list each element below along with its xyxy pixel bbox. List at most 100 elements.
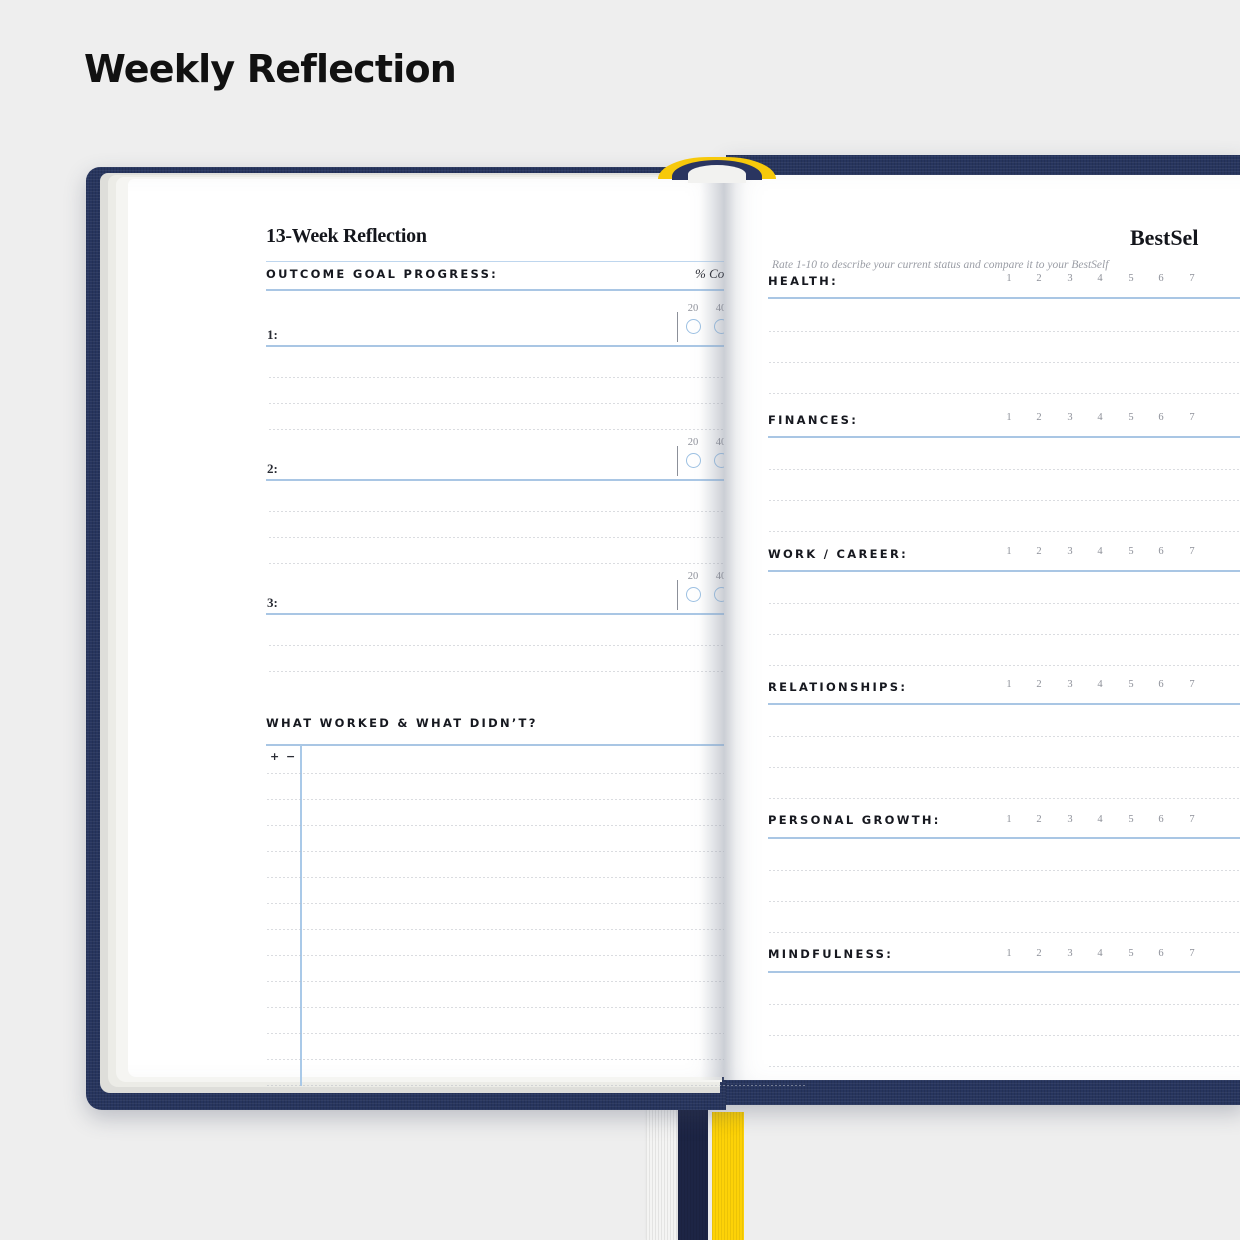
finances-scale-6: 6 [1158, 412, 1164, 423]
personal-growth-line[interactable] [768, 932, 1240, 933]
mindfulness-scale-7: 7 [1189, 948, 1195, 959]
work-career-rule[interactable] [768, 570, 1240, 572]
health-rule[interactable] [768, 297, 1240, 299]
what-worked-column-divider [300, 745, 302, 1086]
mindfulness-scale-3: 3 [1067, 948, 1073, 959]
finances-rule[interactable] [768, 436, 1240, 438]
relationships-scale-3: 3 [1067, 679, 1073, 690]
relationships-scale-7: 7 [1189, 679, 1195, 690]
goal3-number: 3: [267, 595, 278, 610]
headband-white [688, 165, 746, 183]
what-worked-label: WHAT WORKED & WHAT DIDN’T? [266, 716, 538, 730]
open-journal: 13-Week Reflection OUTCOME GOAL PROGRESS… [86, 153, 1240, 1240]
finances-scale-7: 7 [1189, 412, 1195, 423]
mindfulness-scale-4: 4 [1097, 948, 1103, 959]
relationships-line[interactable] [768, 767, 1240, 768]
growth-scale-2: 2 [1036, 814, 1042, 825]
health-line[interactable] [768, 393, 1240, 394]
outcome-top-rule [266, 261, 666, 263]
goal3-bubble-20[interactable] [686, 587, 701, 602]
goal1-scale-20: 20 [687, 303, 699, 314]
relationships-scale-1: 1 [1006, 679, 1012, 690]
work-career-line[interactable] [768, 665, 1240, 666]
relationships-line[interactable] [768, 736, 1240, 737]
mindfulness-scale-2: 2 [1036, 948, 1042, 959]
relationships-rule[interactable] [768, 703, 1240, 705]
mindfulness-line[interactable] [768, 1066, 1240, 1067]
what-worked-line[interactable] [266, 1085, 805, 1086]
goal2-number: 2: [267, 461, 278, 476]
health-scale-3: 3 [1067, 273, 1073, 284]
work-scale-7: 7 [1189, 546, 1195, 557]
work-scale-6: 6 [1158, 546, 1164, 557]
work-career-line[interactable] [768, 634, 1240, 635]
health-scale-1: 1 [1006, 273, 1012, 284]
goal1-number: 1: [267, 327, 278, 342]
finances-scale-5: 5 [1128, 412, 1134, 423]
finances-line[interactable] [768, 531, 1240, 532]
goal1-bubble-20[interactable] [686, 319, 701, 334]
work-scale-3: 3 [1067, 546, 1073, 557]
rating-instruction: Rate 1-10 to describe your current statu… [772, 259, 1109, 271]
health-line[interactable] [768, 331, 1240, 332]
section-label-finances: FINANCES: [768, 413, 859, 427]
personal-growth-line[interactable] [768, 901, 1240, 902]
goal3-scale-20: 20 [687, 571, 699, 582]
page-title: Weekly Reflection [84, 47, 457, 91]
mindfulness-scale-6: 6 [1158, 948, 1164, 959]
white-ribbon [646, 1108, 676, 1240]
work-scale-1: 1 [1006, 546, 1012, 557]
finances-scale-2: 2 [1036, 412, 1042, 423]
brand-title: BestSel [1130, 225, 1199, 250]
screenshot-root: Weekly Reflection 13-Week Reflection OUT… [0, 0, 1240, 1240]
mindfulness-scale-1: 1 [1006, 948, 1012, 959]
relationships-scale-5: 5 [1128, 679, 1134, 690]
yellow-ribbon [712, 1112, 744, 1240]
personal-growth-line[interactable] [768, 870, 1240, 871]
mindfulness-scale-5: 5 [1128, 948, 1134, 959]
work-scale-2: 2 [1036, 546, 1042, 557]
growth-scale-1: 1 [1006, 814, 1012, 825]
spine-headband [658, 153, 776, 183]
growth-scale-6: 6 [1158, 814, 1164, 825]
relationships-line[interactable] [768, 798, 1240, 799]
left-page-title: 13-Week Reflection [266, 225, 427, 247]
health-scale-7: 7 [1189, 273, 1195, 284]
growth-scale-3: 3 [1067, 814, 1073, 825]
goal2-divider [677, 446, 679, 476]
relationships-scale-6: 6 [1158, 679, 1164, 690]
navy-ribbon [678, 1108, 708, 1240]
health-line[interactable] [768, 362, 1240, 363]
section-label-mindfulness: MINDFULNESS: [768, 947, 894, 961]
section-label-health: HEALTH: [768, 274, 838, 288]
work-scale-4: 4 [1097, 546, 1103, 557]
section-label-relationships: RELATIONSHIPS: [768, 680, 908, 694]
growth-scale-4: 4 [1097, 814, 1103, 825]
personal-growth-rule[interactable] [768, 837, 1240, 839]
finances-line[interactable] [768, 469, 1240, 470]
left-page: 13-Week Reflection OUTCOME GOAL PROGRESS… [128, 179, 812, 1086]
work-scale-5: 5 [1128, 546, 1134, 557]
goal2-scale-20: 20 [687, 437, 699, 448]
health-scale-4: 4 [1097, 273, 1103, 284]
minus-sign: − [286, 750, 296, 763]
mindfulness-line[interactable] [768, 1004, 1240, 1005]
growth-scale-5: 5 [1128, 814, 1134, 825]
work-career-line[interactable] [768, 603, 1240, 604]
finances-scale-3: 3 [1067, 412, 1073, 423]
finances-scale-4: 4 [1097, 412, 1103, 423]
mindfulness-rule[interactable] [768, 971, 1240, 973]
relationships-scale-2: 2 [1036, 679, 1042, 690]
goal2-bubble-20[interactable] [686, 453, 701, 468]
finances-line[interactable] [768, 500, 1240, 501]
health-scale-5: 5 [1128, 273, 1134, 284]
section-label-personal-growth: PERSONAL GROWTH: [768, 813, 941, 827]
health-scale-2: 2 [1036, 273, 1042, 284]
finances-scale-1: 1 [1006, 412, 1012, 423]
health-scale-6: 6 [1158, 273, 1164, 284]
relationships-scale-4: 4 [1097, 679, 1103, 690]
outcome-goal-progress-label: OUTCOME GOAL PROGRESS: [266, 267, 499, 281]
growth-scale-7: 7 [1189, 814, 1195, 825]
plus-sign: + [270, 750, 280, 763]
mindfulness-line[interactable] [768, 1035, 1240, 1036]
